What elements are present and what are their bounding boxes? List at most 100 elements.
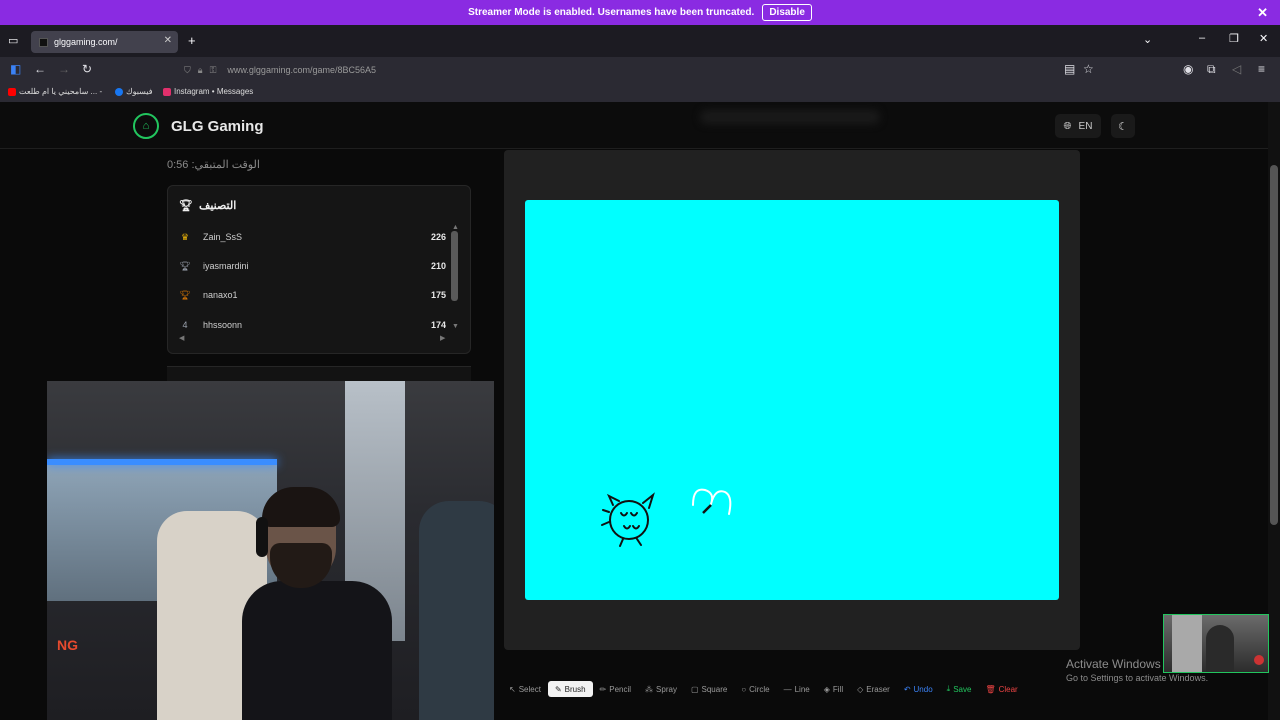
cursor-mark xyxy=(702,504,712,514)
globe-icon: 🌐︎ xyxy=(1063,120,1072,132)
pip-webcam[interactable] xyxy=(1163,614,1269,673)
tab-close-icon[interactable]: ✕ xyxy=(164,35,172,46)
drawing-canvas[interactable] xyxy=(525,200,1059,600)
youtube-icon xyxy=(8,87,16,96)
webcam-overlay: NG xyxy=(47,381,494,720)
gamepad-icon[interactable]: ⌂ xyxy=(133,113,159,139)
player-score: 226 xyxy=(430,232,446,242)
forward-icon[interactable]: → xyxy=(58,62,70,76)
tool-square[interactable]: ▢ Square xyxy=(684,681,734,697)
scroll-up-icon[interactable]: ▲ xyxy=(452,224,459,231)
trash-icon: 🗑 xyxy=(985,684,996,694)
address-bar[interactable]: ⛉ 🔒︎ ⚿ www.glggaming.com/game/8BC56A5 xyxy=(178,59,1100,81)
spray-icon: ⁂ xyxy=(645,684,654,694)
headphones xyxy=(256,517,268,557)
back-icon[interactable]: ← xyxy=(34,62,46,76)
canvas-drawing xyxy=(601,488,732,547)
moon-icon: ☾ xyxy=(1118,120,1128,133)
player-name: iyasmardini xyxy=(203,261,249,271)
circle-icon: ○ xyxy=(741,684,747,694)
second-person xyxy=(419,501,494,720)
instagram-icon xyxy=(163,87,171,96)
tab-list-icon[interactable]: ▭ xyxy=(8,34,18,47)
browser-tab-strip: ▭ glggaming.com/ ✕ + ⌄ – ❐ ✕ xyxy=(0,25,1280,57)
shield-icon: ⛉ xyxy=(184,64,191,75)
tool-fill[interactable]: ◈ Fill xyxy=(817,681,850,697)
key-icon: ⚿ xyxy=(209,64,217,75)
scrollbar-thumb[interactable] xyxy=(1270,165,1278,525)
ranking-card: 🏆︎ التصنيف ♛ Zain_SsS 226 🏆︎ iyasmardini… xyxy=(167,185,471,354)
facebook-icon xyxy=(115,87,123,96)
chair-logo: NG xyxy=(57,637,78,653)
ranking-row: ♛ Zain_SsS 226 xyxy=(176,226,450,248)
sidebar-icon[interactable]: ◧ xyxy=(10,62,21,76)
tool-brush[interactable]: ✎ Brush xyxy=(547,681,593,697)
tool-eraser[interactable]: ◇ Eraser xyxy=(850,681,897,697)
bookmark-star-icon[interactable]: ☆ xyxy=(1083,62,1094,76)
tool-clear[interactable]: 🗑 Clear xyxy=(978,681,1024,697)
undo-icon: ↶ xyxy=(903,684,911,694)
tool-undo[interactable]: ↶ Undo xyxy=(897,681,940,697)
favicon-icon xyxy=(39,37,48,47)
crown-icon: ♛ xyxy=(180,231,190,242)
page-scrollbar[interactable] xyxy=(1268,102,1280,720)
bookmarks-bar: سامحيني يا ام طلعت ... - فيسبوك Instagra… xyxy=(0,83,1280,102)
doodle-eye-left xyxy=(620,512,628,517)
disable-button[interactable]: Disable xyxy=(762,4,812,21)
ranking-scrollbar[interactable] xyxy=(451,231,458,301)
player-name: hhssoonn xyxy=(203,320,243,330)
bookmark-youtube[interactable]: سامحيني يا ام طلعت ... - xyxy=(8,87,102,96)
tool-save[interactable]: ⤓ Save xyxy=(940,681,979,697)
language-button[interactable]: 🌐︎ EN xyxy=(1055,114,1101,138)
ranking-row: 4 hhssoonn 174 xyxy=(176,314,450,336)
rank-number: 4 xyxy=(182,320,188,330)
account-icon[interactable]: ◉ xyxy=(1183,62,1193,76)
player-score: 175 xyxy=(430,290,446,300)
tab-title: glggaming.com/ xyxy=(54,37,118,47)
player-score: 210 xyxy=(430,261,446,271)
scroll-right-icon[interactable]: ▶ xyxy=(440,334,445,342)
tool-circle[interactable]: ○ Circle xyxy=(734,681,776,697)
trophy-icon: 🏆︎ xyxy=(179,260,191,271)
browser-tab[interactable]: glggaming.com/ ✕ xyxy=(31,31,178,53)
lock-icon: 🔒︎ xyxy=(197,64,203,75)
led-strip xyxy=(47,459,277,465)
ranking-header: 🏆︎ التصنيف xyxy=(179,199,236,212)
pencil-icon: ✏ xyxy=(599,684,607,694)
pip-person xyxy=(1206,625,1234,672)
doodle-ear-right xyxy=(642,492,655,509)
menu-icon[interactable]: ≡ xyxy=(1258,62,1265,76)
new-tab-icon[interactable]: + xyxy=(188,33,196,48)
streamer-hair xyxy=(262,487,340,527)
extensions-icon[interactable]: ⧉ xyxy=(1207,62,1216,77)
save-icon: ⤓ xyxy=(946,684,951,693)
player-score: 174 xyxy=(430,320,446,330)
chevron-down-icon[interactable]: ⌄ xyxy=(1143,33,1152,46)
bookmark-instagram[interactable]: Instagram • Messages xyxy=(163,87,253,96)
mute-icon[interactable]: ◁ xyxy=(1232,62,1241,76)
tool-line[interactable]: — Line xyxy=(777,681,817,697)
brush-icon: ✎ xyxy=(554,684,562,694)
bookmark-facebook[interactable]: فيسبوك xyxy=(115,87,153,96)
doodle-face xyxy=(609,500,649,540)
theme-toggle-button[interactable]: ☾ xyxy=(1111,114,1135,138)
window-close-icon[interactable]: ✕ xyxy=(1259,32,1268,45)
minimize-icon[interactable]: – xyxy=(1199,32,1205,44)
site-header: ⌂ GLG Gaming 🌐︎ EN ☾ xyxy=(0,102,1280,149)
tool-select[interactable]: ↖ Select xyxy=(502,681,548,697)
url-text[interactable]: www.glggaming.com/game/8BC56A5 xyxy=(227,65,376,75)
tool-spray[interactable]: ⁂ Spray xyxy=(638,681,684,697)
tool-pencil[interactable]: ✏ Pencil xyxy=(593,681,639,697)
square-icon: ▢ xyxy=(690,684,699,694)
reload-icon[interactable]: ↻ xyxy=(82,62,92,76)
scroll-down-icon[interactable]: ▼ xyxy=(452,323,459,330)
scroll-left-icon[interactable]: ◀ xyxy=(179,334,184,342)
reader-view-icon[interactable]: ▤ xyxy=(1064,62,1075,76)
streamer-mode-banner: Streamer Mode is enabled. Usernames have… xyxy=(0,0,1280,25)
brand-name[interactable]: GLG Gaming xyxy=(171,118,264,135)
close-icon[interactable]: ✕ xyxy=(1257,5,1268,21)
drawing-toolbar: ↖ Select ✎ Brush ✏ Pencil ⁂ Spray ▢ Squa… xyxy=(500,678,1085,700)
doodle-eye-right xyxy=(630,512,638,517)
player-name: Zain_SsS xyxy=(203,232,243,242)
restore-icon[interactable]: ❐ xyxy=(1229,32,1239,45)
